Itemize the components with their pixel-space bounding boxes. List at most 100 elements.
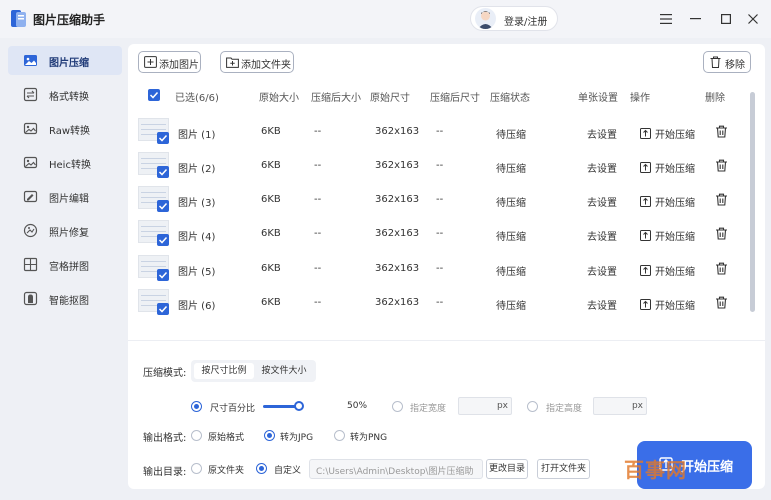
compressed-size: -- [314, 297, 322, 308]
header-single-setting: 单张设置 [578, 93, 618, 104]
menu-icon[interactable] [656, 9, 676, 29]
start-compress-link[interactable]: 开始压缩 [640, 228, 695, 243]
start-compress-link[interactable]: 开始压缩 [640, 297, 695, 312]
header-status: 压缩状态 [490, 93, 530, 104]
compress-mode-switch: 按尺寸比例 按文件大小 [191, 360, 316, 382]
format-jpg-radio[interactable] [264, 430, 275, 441]
trash-icon[interactable] [715, 227, 728, 243]
sidebar-item-format-convert[interactable]: 格式转换 [8, 80, 122, 109]
close-icon[interactable] [743, 9, 763, 29]
trash-icon[interactable] [715, 193, 728, 209]
dir-original-radio[interactable] [191, 463, 202, 474]
format-jpg-label: 转为JPG [280, 433, 314, 443]
row-checkbox[interactable] [157, 234, 169, 246]
sidebar-item-label: 图片编辑 [49, 194, 89, 205]
sidebar-item-label: 照片修复 [49, 228, 89, 239]
dir-custom-label: 自定义 [274, 466, 302, 476]
height-input[interactable]: px [593, 397, 647, 415]
sidebar-item-image-compress[interactable]: 图片压缩 [8, 46, 122, 75]
trash-icon[interactable] [715, 296, 728, 312]
start-compress-link[interactable]: 开始压缩 [640, 263, 695, 278]
height-label: 指定高度 [546, 404, 583, 414]
trash-icon[interactable] [715, 125, 728, 141]
dir-custom-radio[interactable] [256, 463, 267, 474]
trash-icon[interactable] [715, 262, 728, 278]
cutout-icon [23, 291, 38, 306]
height-radio[interactable] [527, 401, 538, 412]
add-image-label: 添加图片 [159, 60, 199, 71]
row-checkbox[interactable] [157, 303, 169, 315]
set-link[interactable]: 去设置 [587, 297, 617, 312]
original-size: 6KB [261, 160, 281, 171]
start-compress-link[interactable]: 开始压缩 [640, 194, 695, 209]
compress-icon [640, 196, 651, 207]
minimize-icon[interactable] [685, 9, 705, 29]
file-name: 图片 (3) [178, 198, 216, 209]
size-percent-radio[interactable] [191, 401, 202, 412]
start-compress-link[interactable]: 开始压缩 [640, 126, 695, 141]
sidebar-item-label: 格式转换 [49, 92, 89, 103]
set-link[interactable]: 去设置 [587, 160, 617, 175]
set-link[interactable]: 去设置 [587, 228, 617, 243]
width-input[interactable]: px [458, 397, 512, 415]
start-compress-link[interactable]: 开始压缩 [640, 160, 695, 175]
set-link[interactable]: 去设置 [587, 126, 617, 141]
sidebar-item-cutout[interactable]: 智能抠图 [8, 284, 122, 313]
file-name: 图片 (1) [178, 130, 216, 141]
table-scrollbar[interactable] [750, 92, 755, 312]
add-image-button[interactable]: 添加图片 [138, 51, 201, 73]
compressed-dims: -- [436, 160, 444, 171]
width-radio[interactable] [392, 401, 403, 412]
sidebar-item-raw[interactable]: Raw转换 [8, 114, 122, 143]
start-compress-label: 开始压缩 [655, 232, 695, 243]
check-icon [158, 202, 168, 210]
row-checkbox[interactable] [157, 269, 169, 281]
sidebar-item-heic[interactable]: Heic转换 [8, 148, 122, 177]
file-name: 图片 (4) [178, 232, 216, 243]
add-folder-button[interactable]: 添加文件夹 [220, 51, 294, 73]
remove-button[interactable]: 移除 [703, 51, 751, 73]
sidebar-item-edit[interactable]: 图片编辑 [8, 182, 122, 211]
set-link[interactable]: 去设置 [587, 263, 617, 278]
format-original-radio[interactable] [191, 430, 202, 441]
compressed-size: -- [314, 228, 322, 239]
maximize-icon[interactable] [716, 9, 736, 29]
row-checkbox[interactable] [157, 166, 169, 178]
raw-icon [23, 122, 38, 135]
format-original-label: 原始格式 [208, 433, 245, 443]
set-link[interactable]: 去设置 [587, 194, 617, 209]
start-compress-label: 开始压缩 [655, 130, 695, 141]
select-all-checkbox[interactable] [148, 89, 160, 101]
open-folder-button[interactable]: 打开文件夹 [537, 459, 590, 479]
add-folder-icon [226, 57, 239, 68]
watermark-text: 百事网 [624, 458, 687, 482]
compressed-dims: -- [436, 263, 444, 274]
change-dir-button[interactable]: 更改目录 [486, 459, 528, 479]
sidebar-item-grid[interactable]: 宫格拼图 [8, 250, 122, 279]
original-size: 6KB [261, 228, 281, 239]
sidebar-item-repair[interactable]: 照片修复 [8, 216, 122, 245]
mode-by-filesize[interactable]: 按文件大小 [254, 363, 314, 379]
header-operation: 操作 [630, 93, 650, 104]
compress-icon [640, 162, 651, 173]
dir-original-label: 原文件夹 [208, 466, 245, 476]
mode-by-dimension[interactable]: 按尺寸比例 [194, 363, 254, 379]
size-percent-slider[interactable] [294, 401, 304, 411]
output-path-field[interactable]: C:\Users\Admin\Desktop\图片压缩助 [309, 459, 483, 479]
status-text: 待压缩 [496, 198, 526, 209]
row-checkbox[interactable] [157, 132, 169, 144]
row-checkbox[interactable] [157, 200, 169, 212]
title-bar: 图片压缩助手 登录/注册 [0, 0, 771, 38]
trash-icon[interactable] [715, 159, 728, 175]
original-dims: 362x163 [375, 228, 420, 239]
trash-icon [710, 56, 721, 68]
format-png-radio[interactable] [334, 430, 345, 441]
header-original-size: 原始大小 [259, 93, 299, 104]
start-compress-label: 开始压缩 [655, 267, 695, 278]
compress-icon [640, 230, 651, 241]
sidebar-item-label: Raw转换 [49, 126, 91, 137]
file-name: 图片 (5) [178, 267, 216, 278]
check-icon [149, 91, 159, 99]
login-button[interactable]: 登录/注册 [470, 6, 558, 31]
file-name: 图片 (6) [178, 301, 216, 312]
